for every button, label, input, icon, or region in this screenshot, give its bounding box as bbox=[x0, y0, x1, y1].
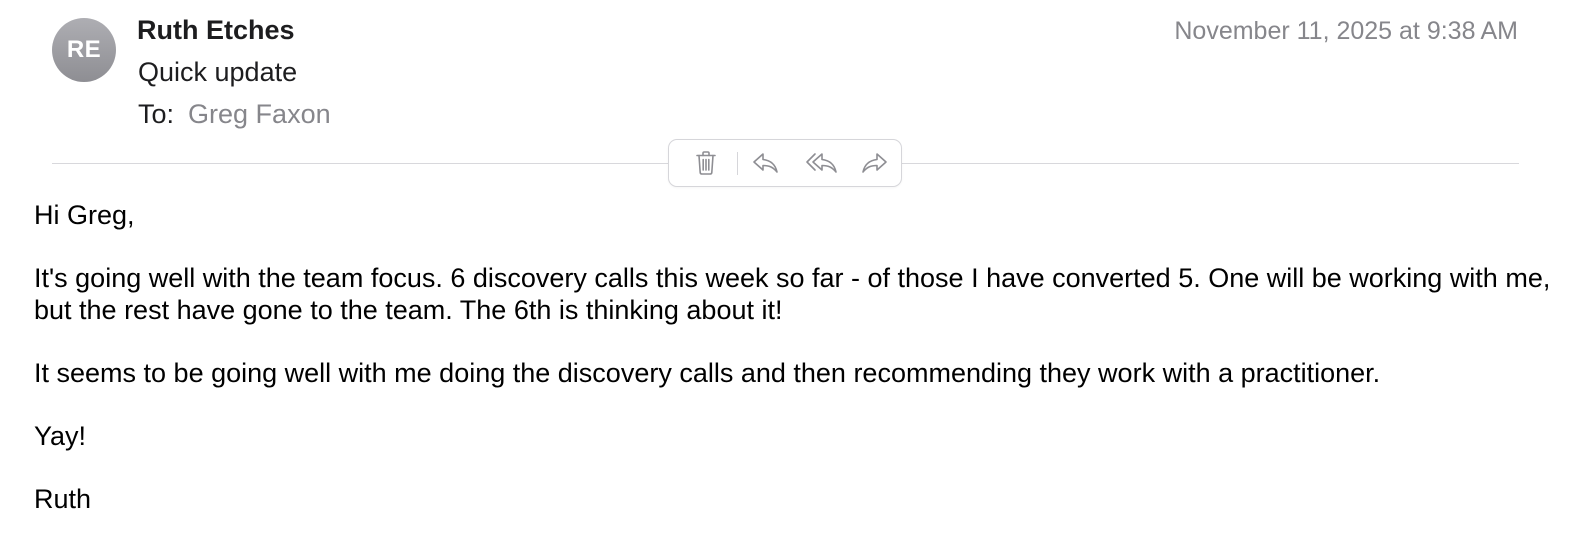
body-paragraph: Yay! bbox=[34, 421, 87, 451]
forward-icon bbox=[860, 152, 888, 174]
message-action-toolbar bbox=[668, 139, 902, 187]
sender-name[interactable]: Ruth Etches bbox=[137, 15, 295, 46]
toolbar-separator bbox=[737, 152, 738, 175]
message-header: RE Ruth Etches November 11, 2025 at 9:38… bbox=[0, 0, 1586, 160]
to-label: To: bbox=[138, 99, 175, 129]
delete-button[interactable] bbox=[689, 140, 723, 186]
message-subject: Quick update bbox=[138, 57, 298, 87]
reply-icon bbox=[752, 152, 780, 174]
reply-all-button[interactable] bbox=[802, 140, 842, 186]
message-date: November 11, 2025 at 9:38 AM bbox=[1174, 17, 1518, 45]
sender-avatar[interactable]: RE bbox=[52, 18, 116, 82]
message-body: Hi Greg, It's going well with the team f… bbox=[34, 199, 1554, 546]
body-greeting: Hi Greg, bbox=[34, 200, 135, 230]
body-paragraph: It seems to be going well with me doing … bbox=[34, 358, 1381, 388]
trash-icon bbox=[695, 150, 717, 176]
recipient-name[interactable]: Greg Faxon bbox=[188, 99, 331, 129]
recipient-row: To: Greg Faxon bbox=[138, 99, 331, 130]
forward-button[interactable] bbox=[857, 140, 891, 186]
body-paragraph: It's going well with the team focus. 6 d… bbox=[34, 263, 1551, 325]
reply-button[interactable] bbox=[749, 140, 783, 186]
body-signature: Ruth bbox=[34, 484, 92, 514]
reply-all-icon bbox=[805, 152, 839, 174]
